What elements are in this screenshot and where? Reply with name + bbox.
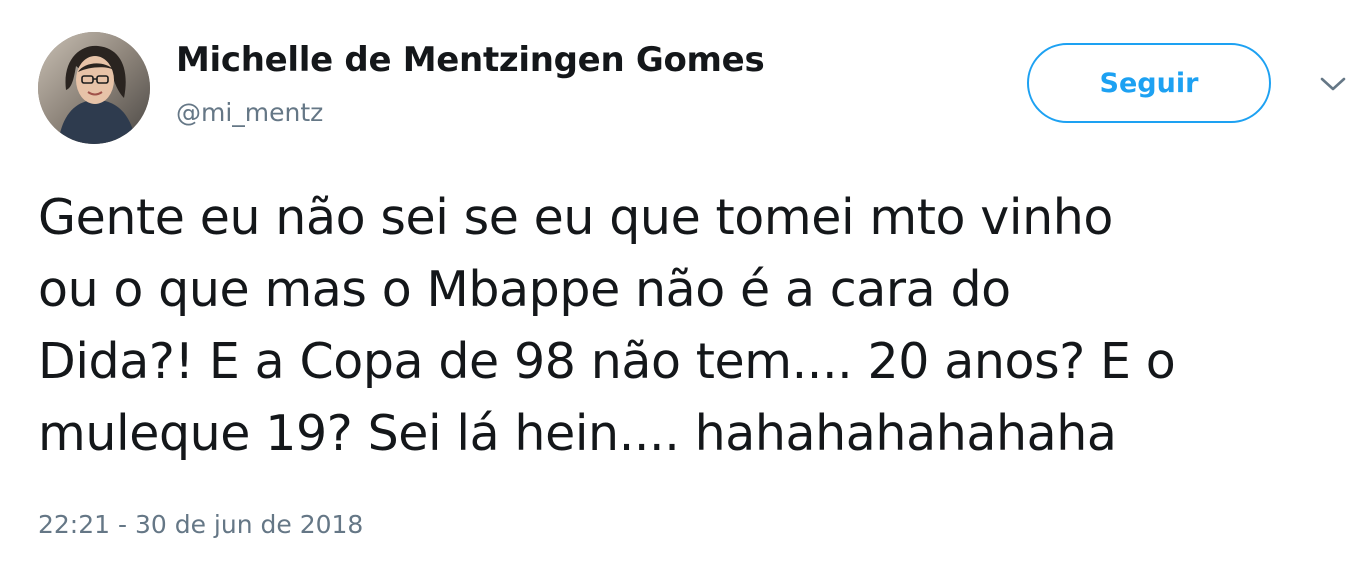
author-avatar[interactable]	[38, 32, 150, 144]
tweet-text-line: Dida?! E a Copa de 98 não tem.... 20 ano…	[38, 333, 1176, 390]
chevron-down-icon[interactable]	[1318, 74, 1348, 94]
author-handle[interactable]: @mi_mentz	[176, 98, 323, 127]
tweet-text-line: Gente eu não sei se eu que tomei mto vin…	[38, 189, 1113, 246]
tweet-card: Michelle de Mentzingen Gomes @mi_mentz S…	[0, 0, 1370, 575]
avatar-photo	[38, 32, 150, 144]
tweet-timestamp[interactable]: 22:21 - 30 de jun de 2018	[38, 510, 363, 539]
tweet-text: Gente eu não sei se eu que tomei mto vin…	[38, 182, 1358, 470]
tweet-text-line: muleque 19? Sei lá hein.... hahahahahaha…	[38, 405, 1117, 462]
follow-button[interactable]: Seguir	[1027, 43, 1271, 123]
author-name[interactable]: Michelle de Mentzingen Gomes	[176, 40, 765, 80]
tweet-text-line: ou o que mas o Mbappe não é a cara do	[38, 261, 1011, 318]
